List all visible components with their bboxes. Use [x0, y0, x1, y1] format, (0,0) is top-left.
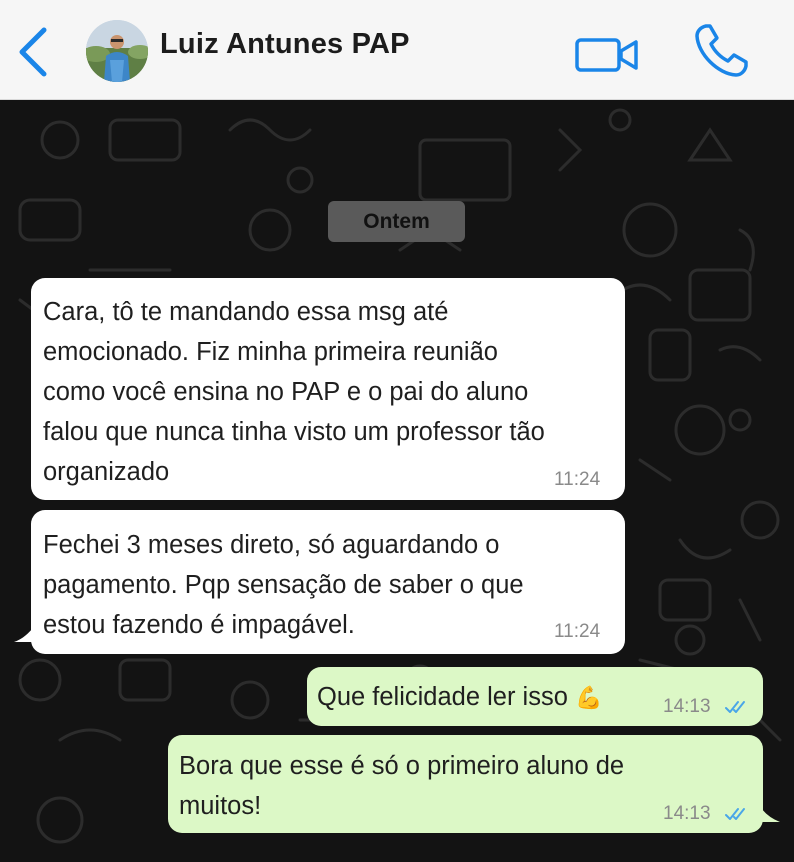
- message-text: Que felicidade ler isso 💪: [317, 683, 603, 711]
- avatar[interactable]: [86, 20, 148, 82]
- flexed-biceps-emoji: 💪: [574, 685, 603, 710]
- video-camera-icon[interactable]: [574, 34, 640, 76]
- phone-icon[interactable]: [692, 22, 750, 80]
- chevron-left-icon[interactable]: [14, 26, 54, 78]
- date-separator: Ontem: [328, 201, 465, 242]
- double-check-icon: [725, 701, 745, 713]
- message-time: 11:24: [554, 621, 601, 642]
- bubble-tail: [14, 624, 36, 642]
- message-time: 11:24: [554, 469, 601, 490]
- message-text: Cara, tô te mandando essa msg até emocio…: [43, 298, 545, 486]
- bubble-tail: [756, 800, 780, 822]
- message-time: 14:13: [663, 803, 711, 824]
- message-text: Fechei 3 meses direto, só aguardando o p…: [43, 531, 524, 639]
- message-bubble-incoming[interactable]: Fechei 3 meses direto, só aguardando o p…: [31, 510, 625, 654]
- chat-area: Ontem Cara, tô te mandando essa msg até …: [0, 100, 794, 862]
- message-time: 14:13: [663, 696, 711, 717]
- message-bubble-incoming[interactable]: Cara, tô te mandando essa msg até emocio…: [31, 278, 625, 500]
- message-text: Bora que esse é só o primeiro aluno de m…: [179, 752, 625, 820]
- message-bubble-outgoing[interactable]: Bora que esse é só o primeiro aluno de m…: [168, 735, 763, 833]
- message-bubble-outgoing[interactable]: Que felicidade ler isso 💪 14:13: [307, 667, 763, 726]
- chat-header: Luiz Antunes PAP: [0, 0, 794, 100]
- double-check-icon: [725, 808, 745, 820]
- contact-name[interactable]: Luiz Antunes PAP: [160, 28, 410, 61]
